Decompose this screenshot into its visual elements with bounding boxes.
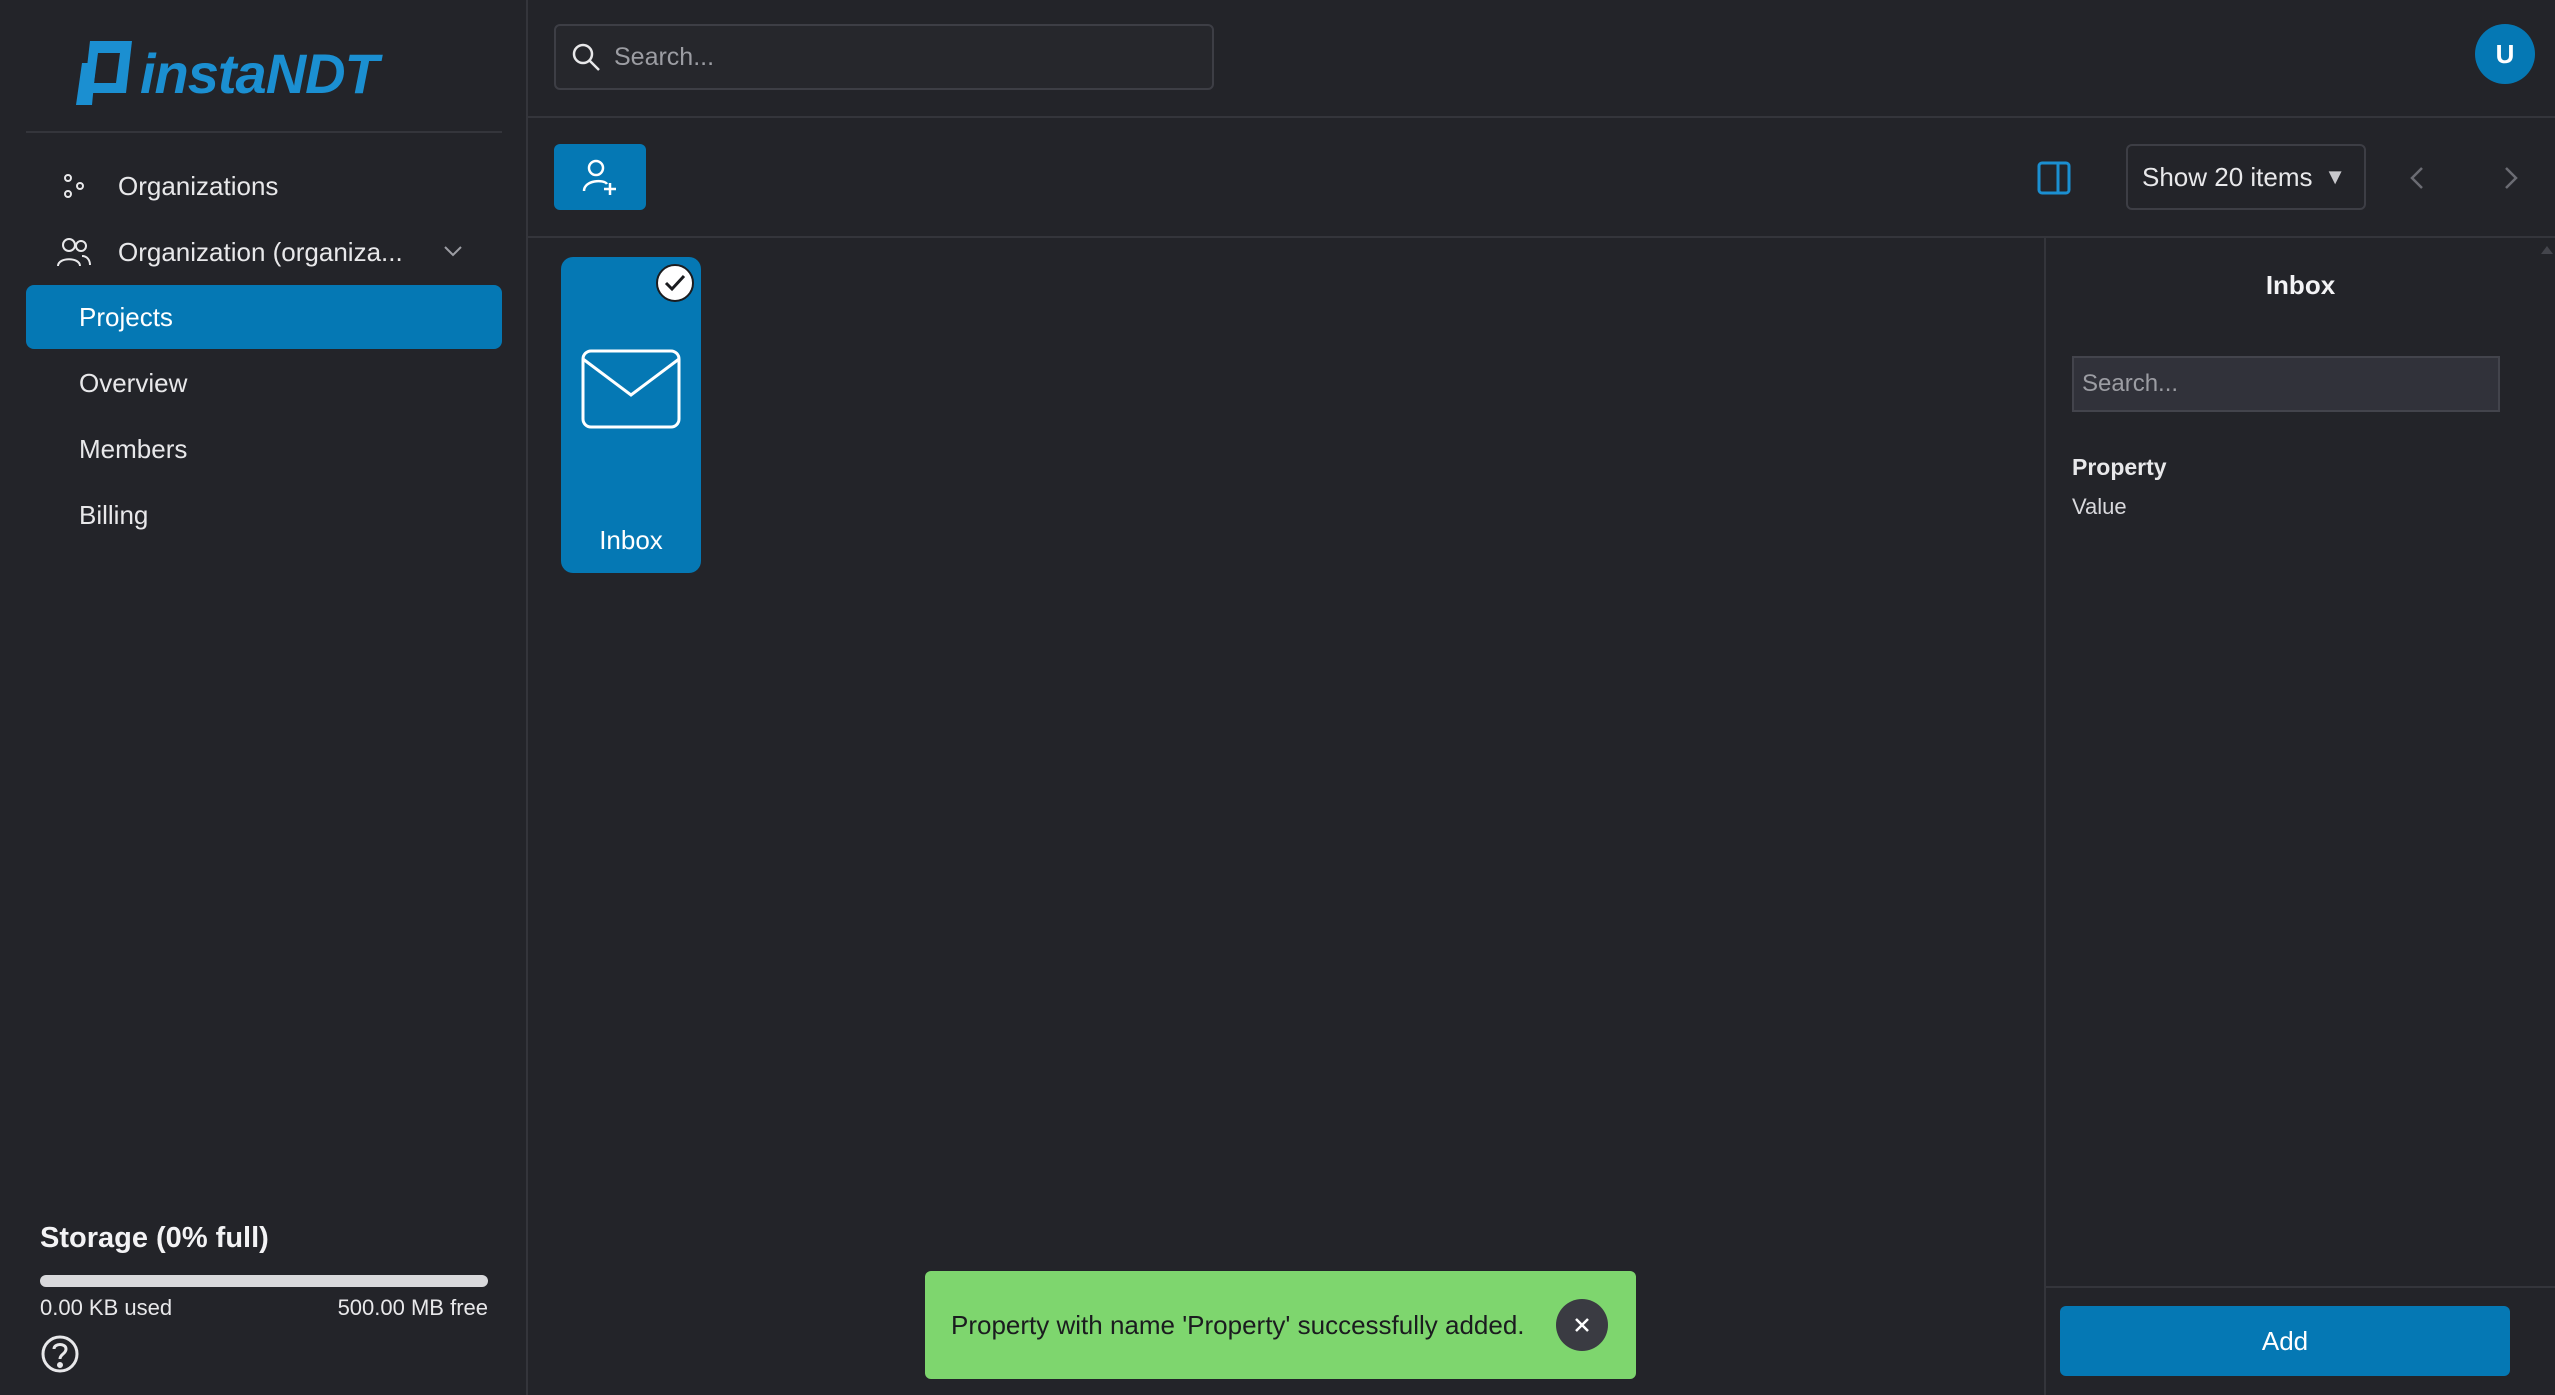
page-size-label: Show 20 items [2142, 161, 2313, 192]
check-circle-icon[interactable] [655, 263, 695, 303]
property-name: Property [2072, 454, 2167, 480]
tile-label: Inbox [599, 525, 663, 555]
toast-close-button[interactable] [1556, 1299, 1608, 1351]
search-icon [572, 43, 600, 71]
top-bar: U [528, 0, 2555, 118]
add-user-icon [582, 159, 616, 195]
add-user-button[interactable] [554, 144, 646, 210]
search-box[interactable] [554, 24, 1214, 90]
avatar[interactable]: U [2475, 24, 2535, 84]
success-toast: Property with name 'Property' successful… [925, 1271, 1636, 1379]
sidebar-item-label: Overview [79, 367, 188, 398]
sidebar-item-projects[interactable]: Projects [26, 285, 502, 349]
property-value[interactable]: Value [2072, 494, 2127, 520]
add-property-button[interactable]: Add [2060, 1306, 2510, 1376]
sidebar-item-overview[interactable]: Overview [26, 351, 502, 415]
chevron-down-icon[interactable] [440, 238, 466, 264]
sidebar-item-organizations[interactable]: Organizations [26, 154, 502, 218]
sidebar-item-label: Members [79, 433, 188, 464]
chevron-right-icon[interactable] [2490, 158, 2530, 198]
toast-message: Property with name 'Property' successful… [951, 1309, 1525, 1340]
caret-down-icon: ▼ [2324, 164, 2346, 189]
sidebar-item-organization[interactable]: Organization (organiza... [26, 220, 502, 284]
storage-free: 500.00 MB free [337, 1295, 488, 1320]
sidebar: instaNDT Organizations Organization (org… [0, 0, 528, 1395]
sidebar-item-billing[interactable]: Billing [26, 483, 502, 547]
sidebar-item-label: Billing [79, 499, 149, 530]
logo[interactable]: instaNDT [76, 36, 379, 110]
organizations-icon [54, 166, 94, 206]
panel-toggle-icon[interactable] [2034, 158, 2074, 198]
sidebar-item-label: Organization (organiza... [118, 236, 403, 267]
sidebar-divider [26, 131, 502, 133]
mail-icon [581, 349, 681, 429]
storage-progress-bar [40, 1275, 488, 1287]
sidebar-item-label: Projects [79, 301, 173, 332]
panel-title: Inbox [2265, 270, 2336, 300]
panel-divider [2046, 1286, 2555, 1288]
project-tile-inbox[interactable]: Inbox [561, 257, 701, 573]
sidebar-item-label: Organizations [118, 170, 279, 201]
search-input[interactable] [614, 42, 1174, 72]
help-icon[interactable] [40, 1334, 80, 1374]
toolbar: Show 20 items ▼ [528, 118, 2555, 238]
logo-mark-icon [76, 41, 132, 105]
chevron-left-icon[interactable] [2398, 158, 2438, 198]
close-icon [1575, 1318, 1589, 1332]
storage-widget: Storage (0% full) 0.00 KB used 500.00 MB… [40, 1222, 488, 1321]
logo-text: instaNDT [140, 41, 379, 105]
storage-title: Storage (0% full) [40, 1222, 269, 1254]
panel-search-input[interactable] [2072, 356, 2500, 412]
details-panel: Inbox Property Value Add [2044, 238, 2555, 1395]
app-root: instaNDT Organizations Organization (org… [0, 0, 2555, 1395]
page-size-select[interactable]: Show 20 items ▼ [2126, 144, 2366, 210]
storage-used: 0.00 KB used [40, 1295, 173, 1320]
users-icon [54, 232, 94, 272]
scrollbar-arrow[interactable] [2541, 246, 2553, 254]
sidebar-item-members[interactable]: Members [26, 417, 502, 481]
